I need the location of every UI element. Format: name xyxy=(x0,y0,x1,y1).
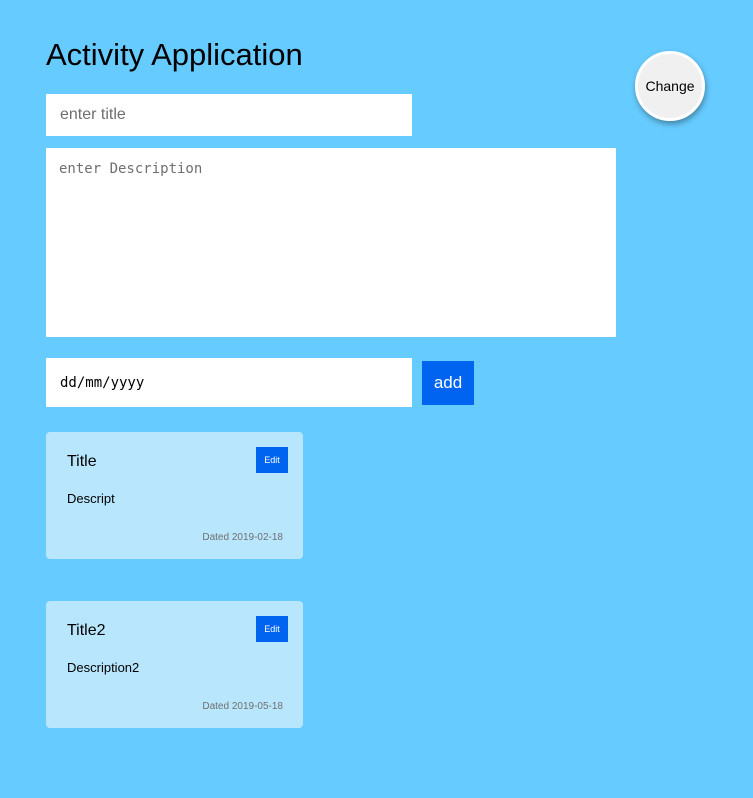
activity-description: Descript xyxy=(67,491,115,506)
activity-title: Title xyxy=(67,453,97,470)
activity-card: Title Edit Descript Dated 2019-02-18 xyxy=(46,432,303,559)
edit-button[interactable]: Edit xyxy=(256,447,288,473)
change-button[interactable]: Change xyxy=(635,51,705,121)
page-title: Activity Application xyxy=(46,37,303,72)
add-button[interactable]: add xyxy=(422,361,474,405)
activity-title: Title2 xyxy=(67,622,106,639)
activity-date: Dated 2019-02-18 xyxy=(202,532,283,543)
date-input[interactable]: dd/mm/yyyy xyxy=(46,358,412,407)
date-input-placeholder: dd/mm/yyyy xyxy=(60,374,145,391)
activity-description: Description2 xyxy=(67,660,140,675)
activity-date: Dated 2019-05-18 xyxy=(202,701,283,712)
edit-button[interactable]: Edit xyxy=(256,616,288,642)
title-input[interactable] xyxy=(46,94,412,136)
description-input[interactable] xyxy=(46,148,616,337)
activity-card: Title2 Edit Description2 Dated 2019-05-1… xyxy=(46,601,303,728)
